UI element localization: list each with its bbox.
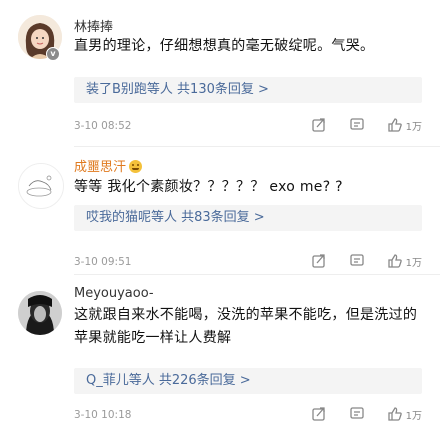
thumb-up-icon[interactable]	[387, 117, 403, 133]
comment-time: 3-10 10:18	[74, 409, 132, 421]
comment-icon[interactable]	[349, 117, 365, 133]
username[interactable]: 成噩思汗	[74, 156, 143, 175]
share-icon[interactable]	[311, 406, 327, 422]
comment-item: v 林捧捧 直男的理论，仔细想想真的毫无破绽呢。气哭。 装了B别跑等人 共130…	[0, 0, 440, 148]
comment-time: 3-10 08:52	[74, 120, 132, 132]
comment-time: 3-10 09:51	[74, 256, 132, 268]
emoji-icon	[129, 160, 143, 173]
share-icon[interactable]	[311, 253, 327, 269]
replies-link[interactable]: 哎我的猫呢等人 共83条回复 >	[74, 205, 422, 231]
comment-text: 等等 我化个素颜妆？？？？？ exo me? ?	[74, 179, 343, 195]
divider	[74, 274, 440, 275]
like-count: 1万	[405, 121, 422, 133]
comment-item: Meyouyaoo- 这就跟自来水不能喝，没洗的苹果不能吃，但是洗过的苹果就能吃…	[0, 276, 440, 440]
action-bar: 1万	[289, 406, 422, 422]
divider	[74, 146, 440, 147]
action-bar: 1万	[289, 117, 422, 133]
replies-link[interactable]: 装了B别跑等人 共130条回复 >	[74, 77, 422, 103]
share-icon[interactable]	[311, 117, 327, 133]
replies-link[interactable]: Q_菲儿等人 共226条回复 >	[74, 368, 422, 394]
thumb-up-icon[interactable]	[387, 406, 403, 422]
username[interactable]: 林捧捧	[74, 16, 113, 35]
verified-badge-icon: v	[46, 47, 60, 61]
replies-label: Q_菲儿等人 共226条回复 >	[86, 373, 251, 388]
like-count: 1万	[405, 410, 422, 422]
username[interactable]: Meyouyaoo-	[74, 286, 154, 301]
replies-label: 装了B别跑等人 共130条回复 >	[86, 82, 269, 97]
comment-icon[interactable]	[349, 253, 365, 269]
comment-text: 这就跟自来水不能喝，没洗的苹果不能吃，但是洗过的苹果就能吃一样让人费解	[74, 307, 418, 346]
comment-item: 成噩思汗 等等 我化个素颜妆？？？？？ exo me? ? 哎我的猫呢等人 共8…	[0, 148, 440, 276]
username-label: 成噩思汗	[74, 160, 127, 175]
replies-label: 哎我的猫呢等人 共83条回复 >	[86, 210, 265, 225]
comment-text: 直男的理论，仔细想想真的毫无破绽呢。气哭。	[74, 38, 375, 54]
comment-icon[interactable]	[349, 406, 365, 422]
like-count: 1万	[405, 257, 422, 269]
avatar[interactable]	[18, 163, 64, 209]
thumb-up-icon[interactable]	[387, 253, 403, 269]
avatar[interactable]	[18, 291, 62, 335]
action-bar: 1万	[289, 253, 422, 269]
